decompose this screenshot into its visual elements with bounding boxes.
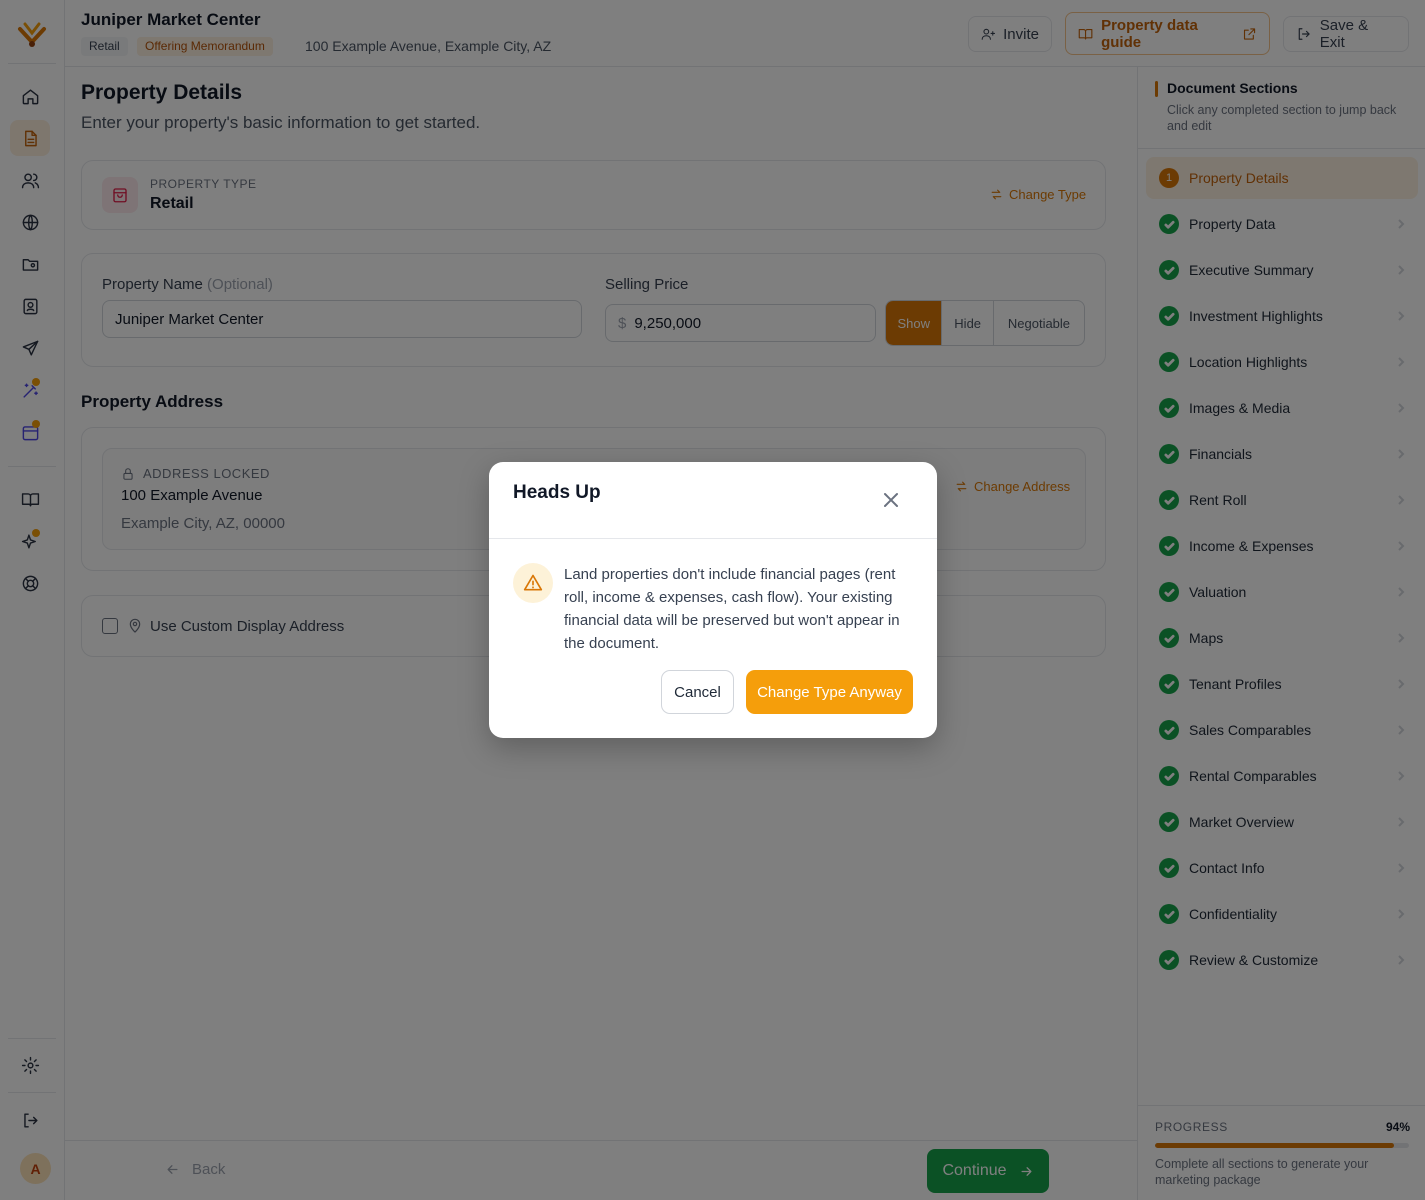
app-root: A Juniper Market Center Retail Offering … <box>0 0 1425 1200</box>
warning-icon-wrap <box>513 563 553 603</box>
dialog-title: Heads Up <box>513 482 601 503</box>
cancel-button[interactable]: Cancel <box>661 670 734 714</box>
dialog-divider <box>489 538 937 539</box>
change-type-anyway-button[interactable]: Change Type Anyway <box>746 670 913 714</box>
close-icon[interactable] <box>881 490 901 510</box>
warning-icon <box>523 574 543 591</box>
heads-up-dialog: Heads Up Land properties don't include f… <box>489 462 937 738</box>
dialog-message: Land properties don't include financial … <box>564 566 900 652</box>
